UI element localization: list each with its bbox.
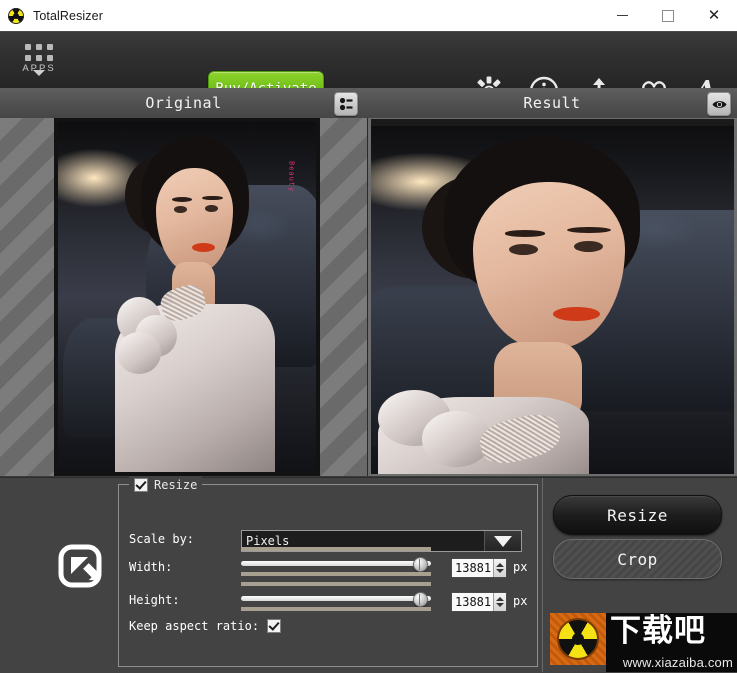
list-view-icon[interactable] <box>334 92 358 116</box>
original-panel-header: Original <box>0 88 367 118</box>
site-watermark: 下载吧 www.xiazaiba.com <box>550 613 737 672</box>
keep-aspect-label: Keep aspect ratio: <box>129 619 260 633</box>
width-slider[interactable] <box>241 547 431 576</box>
maximize-icon <box>662 9 674 22</box>
height-stepper[interactable] <box>493 593 506 611</box>
result-photo <box>371 126 734 474</box>
height-spinner[interactable] <box>451 592 507 612</box>
scale-by-label: Scale by: <box>129 532 195 546</box>
width-row: Width: <box>129 560 172 574</box>
close-button[interactable]: ✕ <box>691 0 737 31</box>
watermark-url: www.xiazaiba.com <box>622 655 733 670</box>
scale-by-value: Pixels <box>246 534 290 548</box>
radiation-badge-icon <box>550 613 606 665</box>
height-unit: px <box>513 594 528 608</box>
resize-enable-checkbox[interactable] <box>134 477 148 492</box>
width-stepper[interactable] <box>493 559 506 577</box>
radiation-icon <box>8 7 24 24</box>
maximize-button[interactable] <box>645 0 691 31</box>
scale-by-row: Scale by: <box>129 532 194 546</box>
apps-grid-icon <box>25 44 53 61</box>
resize-group-legend: Resize <box>129 476 203 493</box>
crop-button[interactable]: Crop <box>553 539 722 579</box>
width-label: Width: <box>129 560 173 574</box>
height-label: Height: <box>129 593 180 607</box>
minimize-button[interactable] <box>599 0 645 31</box>
width-unit: px <box>513 560 528 574</box>
height-input[interactable] <box>452 592 493 612</box>
original-panel-title: Original <box>145 94 222 112</box>
window-controls: ✕ <box>599 0 737 31</box>
height-slider-handle[interactable] <box>413 592 428 607</box>
keep-aspect-checkbox[interactable] <box>267 619 282 633</box>
chevron-down-icon[interactable] <box>484 531 521 551</box>
original-image-frame: Beauty <box>54 118 320 476</box>
application-window: TotalResizer ✕ APPS Buy/Activate <box>0 0 737 673</box>
watermark-chinese-text: 下载吧 <box>610 613 706 649</box>
resize-arrow-icon <box>57 544 103 590</box>
eye-icon[interactable] <box>707 92 731 116</box>
width-slider-handle[interactable] <box>413 557 428 572</box>
width-spinner[interactable] <box>451 558 507 578</box>
result-image-frame <box>371 119 734 474</box>
vertical-divider <box>542 478 543 672</box>
watermark-text-block: 下载吧 www.xiazaiba.com <box>606 613 737 672</box>
height-slider[interactable] <box>241 582 431 611</box>
resize-button[interactable]: Resize <box>553 495 722 535</box>
chevron-down-icon <box>33 70 45 76</box>
photo-watermark: Beauty <box>287 160 296 192</box>
width-input[interactable] <box>452 558 493 578</box>
keep-aspect-row: Keep aspect ratio: <box>129 619 282 633</box>
main-toolbar: APPS Buy/Activate <box>0 31 737 110</box>
original-photo: Beauty <box>58 122 316 472</box>
result-image-pane[interactable] <box>368 118 737 476</box>
resize-group-label: Resize <box>154 477 198 492</box>
minimize-icon <box>616 15 628 16</box>
apps-button[interactable]: APPS <box>16 37 62 83</box>
result-panel-title: Result <box>523 94 581 112</box>
window-title: TotalResizer <box>33 8 103 23</box>
original-image-pane[interactable]: Beauty <box>0 118 368 476</box>
result-panel-header: Result <box>367 88 737 118</box>
close-icon: ✕ <box>707 7 721 24</box>
height-row: Height: <box>129 593 180 607</box>
resize-groupbox: Resize Scale by: Pixels Width: px Height… <box>118 476 538 667</box>
title-bar: TotalResizer ✕ <box>0 0 737 32</box>
